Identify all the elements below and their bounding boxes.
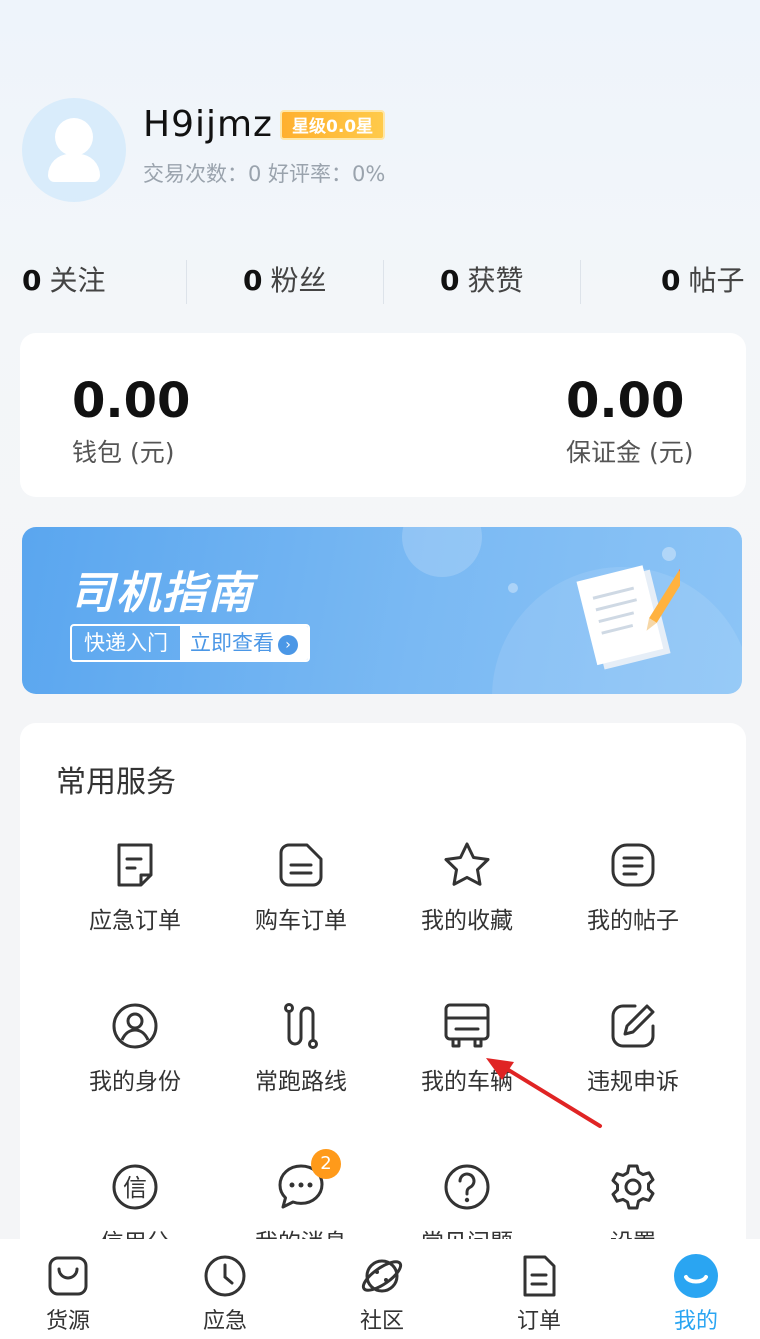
username: H9ijmz — [143, 104, 273, 145]
tab-emergency[interactable]: 应急 — [149, 1239, 301, 1339]
service-label: 常跑路线 — [255, 1069, 347, 1095]
order-icon — [523, 1255, 556, 1297]
deposit-label: 保证金 (元) — [566, 438, 694, 467]
document-pen-illustration — [576, 565, 680, 670]
stat-following[interactable]: 0 关注 — [22, 256, 106, 306]
service-my-identity[interactable]: 我的身份 — [52, 1000, 218, 1096]
wallet-label: 钱包 (元) — [72, 438, 175, 467]
wallet-card: 0.00 钱包 (元) 0.00 保证金 (元) — [20, 333, 746, 497]
service-label: 应急订单 — [89, 908, 181, 934]
stat-likes[interactable]: 0 获赞 — [440, 256, 524, 306]
tab-label: 订单 — [516, 1309, 561, 1334]
chevron-right-icon: › — [278, 635, 298, 655]
question-icon — [444, 1164, 490, 1210]
edit-icon — [611, 1004, 655, 1048]
svg-text:信: 信 — [123, 1174, 147, 1202]
driver-guide-banner[interactable]: 司机指南 快递入门 立即查看 › — [22, 527, 742, 694]
service-label: 我的帖子 — [587, 908, 679, 934]
star-icon — [444, 842, 490, 886]
gear-icon — [611, 1164, 655, 1210]
credit-icon: 信 — [112, 1164, 158, 1210]
user-circle-icon — [112, 1003, 158, 1049]
star-level-badge: 星级0.0星 — [280, 110, 386, 140]
stats-row: 0 关注 0 粉丝 0 获赞 0 帖子 — [0, 256, 760, 306]
banner-title: 司机指南 — [70, 568, 254, 619]
trade-info: 交易次数：0 好评率：0% — [143, 162, 386, 186]
tab-supply[interactable]: 货源 — [0, 1239, 144, 1339]
route-icon — [284, 1003, 318, 1049]
services-title: 常用服务 — [56, 765, 176, 800]
wallet-value: 0.00 — [72, 373, 191, 429]
stat-divider — [383, 260, 384, 304]
stat-divider — [186, 260, 187, 304]
tab-label: 我的 — [673, 1309, 718, 1334]
truck-icon — [444, 1003, 490, 1048]
service-car-order[interactable]: 购车订单 — [218, 839, 384, 935]
banner-tag-left: 快递入门 — [84, 631, 168, 655]
service-label: 我的收藏 — [421, 908, 513, 934]
list-icon — [611, 843, 655, 887]
tab-label: 应急 — [202, 1309, 247, 1334]
banner-tags: 快递入门 立即查看 › — [70, 624, 310, 662]
annotation-arrow-icon — [486, 1058, 602, 1128]
receipt-icon — [279, 843, 323, 887]
service-my-posts[interactable]: 我的帖子 — [550, 839, 716, 935]
bag-icon — [48, 1256, 88, 1296]
tab-label: 货源 — [45, 1309, 90, 1334]
tab-orders[interactable]: 订单 — [463, 1239, 615, 1339]
stat-fans[interactable]: 0 粉丝 — [243, 256, 327, 306]
profile-header[interactable]: H9ijmz 星级0.0星 交易次数：0 好评率：0% — [22, 98, 722, 208]
document-icon — [117, 843, 153, 887]
stat-posts[interactable]: 0 帖子 — [661, 256, 745, 306]
service-favorites[interactable]: 我的收藏 — [384, 839, 550, 935]
unread-badge: 2 — [311, 1149, 341, 1179]
smile-icon — [674, 1254, 718, 1298]
clock-icon — [204, 1255, 246, 1297]
service-emergency-order[interactable]: 应急订单 — [52, 839, 218, 935]
deposit-value: 0.00 — [566, 373, 685, 429]
tab-label: 社区 — [359, 1309, 404, 1334]
tab-community[interactable]: 社区 — [306, 1239, 458, 1339]
avatar[interactable] — [22, 98, 126, 202]
planet-icon — [361, 1259, 403, 1293]
service-label: 购车订单 — [255, 908, 347, 934]
tab-mine[interactable]: 我的 — [620, 1239, 760, 1339]
service-frequent-routes[interactable]: 常跑路线 — [218, 1000, 384, 1096]
common-services-card: 常用服务 应急订单 购车订单 我的收藏 我的帖子 我的身份 常跑路线 我的车辆 … — [20, 723, 746, 1283]
service-label: 我的身份 — [89, 1069, 181, 1095]
stat-divider — [580, 260, 581, 304]
bottom-tab-bar: 货源 应急 社区 订单 我的 — [0, 1239, 760, 1339]
view-now-button[interactable]: 立即查看 › — [180, 626, 308, 660]
